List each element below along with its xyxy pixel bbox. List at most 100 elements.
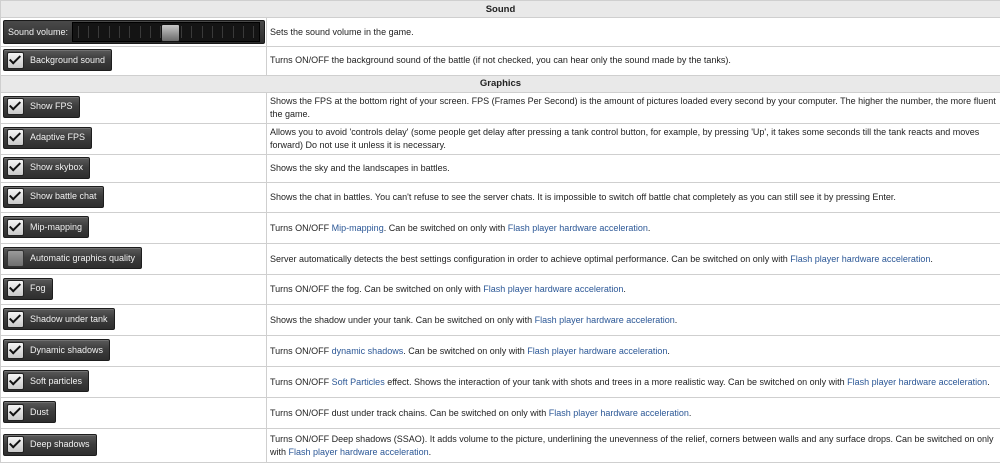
description-text: . (428, 446, 432, 457)
checkbox-icon (7, 129, 24, 147)
description-text: Turns ON/OFF (270, 345, 332, 356)
slider-track[interactable] (72, 22, 260, 42)
checkbox-icon (7, 159, 24, 176)
description-text: Turns ON/OFF dust under track chains. Ca… (270, 407, 549, 418)
description-text: . (688, 407, 692, 418)
help-link[interactable]: Flash player hardware acceleration (535, 315, 675, 325)
checkbox-label: Background sound (30, 54, 106, 65)
setting-description: Turns ON/OFF Soft Particles effect. Show… (266, 366, 1000, 398)
help-link[interactable]: Flash player hardware acceleration (847, 377, 987, 387)
description-text: . Can be switched on only with (383, 222, 508, 233)
sound-volume-slider[interactable]: Sound volume: (3, 20, 265, 44)
settings-row-show-fps: Show FPS Shows the FPS at the bottom righ… (0, 91, 1000, 124)
description-text: . Can be switched on only with (403, 345, 528, 356)
setting-description: Turns ON/OFF Mip-mapping. Can be switche… (266, 212, 1000, 244)
settings-row-dust: Dust Turns ON/OFF dust under track chains… (0, 397, 1000, 429)
settings-row-dynamic-shadows: Dynamic shadows Turns ON/OFF dynamic shad… (0, 335, 1000, 367)
help-link[interactable]: Flash player hardware acceleration (790, 254, 930, 264)
checkbox-label: Adaptive FPS (30, 132, 86, 143)
checkbox-icon (7, 98, 24, 116)
help-link[interactable]: Mip-mapping (332, 223, 384, 233)
sound-volume-label: Sound volume: (8, 26, 69, 37)
description-text: . (987, 376, 990, 387)
help-link[interactable]: Flash player hardware acceleration (508, 223, 648, 233)
description-text: . (674, 314, 678, 325)
settings-row-shadow-under-tank: Shadow under tank Shows the shadow under … (0, 304, 1000, 336)
description-text: Shows the sky and the landscapes in batt… (270, 162, 450, 173)
mip-mapping-checkbox[interactable]: Mip-mapping (3, 216, 90, 239)
automatic-graphics-quality-checkbox[interactable]: Automatic graphics quality (3, 247, 143, 270)
slider-thumb[interactable] (160, 24, 180, 42)
checkbox-icon (7, 51, 24, 69)
help-link[interactable]: Flash player hardware acceleration (527, 346, 667, 356)
section-title: Graphics (0, 74, 1000, 93)
checkbox-label: Mip-mapping (30, 221, 83, 232)
description-text: Shows the FPS at the bottom right of you… (270, 95, 996, 119)
checkbox-icon (7, 280, 24, 298)
background-sound-checkbox[interactable]: Background sound (3, 49, 113, 71)
graphics-section-header: Graphics (0, 74, 1000, 93)
checkbox-icon (7, 310, 24, 328)
settings-row-mip-mapping: Mip-mapping Turns ON/OFF Mip-mapping. Can… (0, 212, 1000, 244)
checkbox-icon (7, 341, 24, 359)
adaptive-fps-checkbox[interactable]: Adaptive FPS (3, 126, 93, 149)
settings-row-deep-shadows: Deep shadows Turns ON/OFF Deep shadows (S… (0, 428, 1000, 463)
checkbox-label: Show skybox (30, 162, 84, 172)
setting-description: Shows the sky and the landscapes in batt… (266, 153, 1000, 183)
settings-row-fog: Fog Turns ON/OFF the fog. Can be switched… (0, 274, 1000, 305)
description-text: Allows you to avoid 'controls delay' (so… (270, 126, 980, 150)
setting-description: Shows the FPS at the bottom right of you… (266, 91, 1000, 124)
setting-description: Turns ON/OFF Deep shadows (SSAO). It add… (266, 428, 1000, 463)
help-link[interactable]: Flash player hardware acceleration (549, 408, 689, 418)
checkbox-label: Fog (30, 283, 46, 294)
checkbox-icon (7, 249, 24, 267)
settings-row-adaptive-fps: Adaptive FPS Allows you to avoid 'control… (0, 122, 1000, 155)
shadow-under-tank-checkbox[interactable]: Shadow under tank (3, 308, 115, 331)
checkbox-icon (7, 218, 24, 236)
description-text: . (667, 345, 670, 356)
dynamic-shadows-checkbox[interactable]: Dynamic shadows (3, 339, 111, 362)
description-text: Server automatically detects the best se… (270, 253, 791, 264)
help-link[interactable]: Soft Particles (332, 377, 385, 387)
setting-description: Turns ON/OFF the background sound of the… (266, 46, 1000, 76)
checkbox-label: Shadow under tank (30, 313, 108, 324)
settings-table: Sound Sound volume: Sets the sound volum… (0, 0, 1000, 463)
setting-description: Shows the chat in battles. You can't ref… (266, 182, 1000, 213)
settings-row-show-battle-chat: Show battle chat Shows the chat in battle… (0, 182, 1000, 213)
show-battle-chat-checkbox[interactable]: Show battle chat (3, 185, 104, 208)
show-fps-checkbox[interactable]: Show FPS (3, 95, 80, 118)
description-text: Turns ON/OFF (270, 222, 332, 233)
description-text: Shows the chat in battles. You can't ref… (270, 192, 896, 202)
settings-row-automatic-graphics-quality: Automatic graphics quality Server automat… (0, 243, 1000, 275)
setting-description: Sets the sound volume in the game. (266, 17, 1000, 47)
fog-checkbox[interactable]: Fog (3, 277, 53, 300)
sound-section-header: Sound (0, 0, 1000, 18)
section-title: Sound (0, 0, 1000, 18)
checkbox-label: Show FPS (30, 101, 73, 112)
checkbox-label: Deep shadows (30, 439, 90, 450)
description-text: effect. Shows the interaction of your ta… (384, 376, 848, 387)
show-skybox-checkbox[interactable]: Show skybox (3, 156, 91, 179)
checkbox-icon (7, 403, 24, 421)
description-text: . (647, 222, 651, 233)
settings-row-soft-particles: Soft particles Turns ON/OFF Soft Particle… (0, 366, 1000, 398)
help-link[interactable]: Flash player hardware acceleration (483, 284, 623, 294)
setting-description: Turns ON/OFF dynamic shadows. Can be swi… (266, 335, 1000, 367)
description-text: Shows the shadow under your tank. Can be… (270, 314, 535, 325)
description-text: . (930, 253, 933, 264)
help-link[interactable]: dynamic shadows (332, 346, 404, 356)
setting-description: Allows you to avoid 'controls delay' (so… (266, 122, 1000, 155)
deep-shadows-checkbox[interactable]: Deep shadows (3, 433, 97, 456)
checkbox-label: Show battle chat (30, 191, 97, 202)
checkbox-icon (7, 188, 24, 206)
checkbox-label: Dynamic shadows (30, 344, 104, 355)
settings-row-background-sound: Background sound Turns ON/OFF the backgr… (0, 46, 1000, 76)
setting-description: Shows the shadow under your tank. Can be… (266, 304, 1000, 336)
dust-checkbox[interactable]: Dust (3, 401, 56, 424)
settings-row-sound-volume: Sound volume: Sets the sound volume in t… (0, 17, 1000, 47)
setting-description: Turns ON/OFF the fog. Can be switched on… (266, 274, 1000, 305)
description-text: . (623, 284, 626, 294)
help-link[interactable]: Flash player hardware acceleration (289, 447, 429, 457)
checkbox-label: Soft particles (30, 375, 83, 386)
soft-particles-checkbox[interactable]: Soft particles (3, 370, 90, 393)
